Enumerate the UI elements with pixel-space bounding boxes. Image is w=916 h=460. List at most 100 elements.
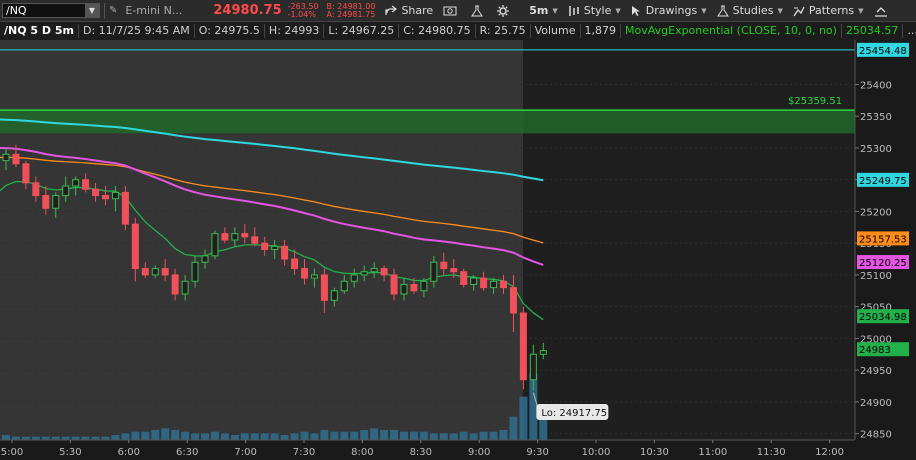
candle-body <box>420 280 428 292</box>
candle-body <box>281 245 289 260</box>
candle-body <box>151 268 159 276</box>
chevron-down-icon: ▼ <box>858 6 864 15</box>
price-badge-label: 25454.48 <box>859 46 907 57</box>
price-tick-label: 24950 <box>860 366 892 377</box>
bar-date: D: 11/7/25 9:45 AM <box>79 24 195 38</box>
candle-body <box>131 223 139 270</box>
candle-body <box>440 261 448 270</box>
time-tick-label: 6:00 <box>118 447 140 458</box>
share-label: Share <box>401 4 434 17</box>
candle-body <box>509 287 517 314</box>
patterns-button[interactable]: Patterns ▼ <box>793 4 864 17</box>
time-tick-label: 12:00 <box>815 447 844 458</box>
more-studies[interactable]: ... <box>903 24 916 38</box>
chart-title: /NQ 5 D 5m <box>0 24 79 38</box>
candle-body <box>201 255 209 263</box>
gear-icon <box>497 4 510 17</box>
studies-label: Studies <box>732 4 774 17</box>
flask-icon <box>716 5 729 16</box>
volume-bar <box>380 430 389 440</box>
candle-body <box>102 195 109 200</box>
volume-value: 1,879 <box>581 24 622 38</box>
time-tick-label: 11:30 <box>757 447 786 458</box>
candle-body <box>529 353 537 381</box>
time-tick-label: 5:00 <box>1 447 23 458</box>
time-tick-label: 7:30 <box>293 447 315 458</box>
candle-body <box>161 268 169 276</box>
zone-price-label: $25359.51 <box>788 96 842 107</box>
time-tick-label: 9:00 <box>468 447 490 458</box>
volume-bar <box>320 430 329 440</box>
volume-bar <box>220 433 229 440</box>
style-button[interactable]: Style ▼ <box>568 4 621 17</box>
price-chart[interactable]: Lo: 24917.75$25359.512540025350253002525… <box>0 40 916 460</box>
share-button[interactable]: Share <box>385 4 433 17</box>
volume-bar <box>370 428 379 440</box>
style-label: Style <box>583 4 612 17</box>
chevron-down-icon: ▼ <box>552 6 558 15</box>
time-tick-label: 6:30 <box>176 447 198 458</box>
volume-bar <box>449 433 458 440</box>
percent-change: -1.04% <box>287 9 316 19</box>
bar-range: R: 25.75 <box>476 24 531 38</box>
edit-icon[interactable]: ✎ <box>109 5 117 16</box>
bar-open: O: 24975.5 <box>195 24 265 38</box>
study-value: 25034.57 <box>842 24 904 38</box>
volume-bar <box>360 430 369 440</box>
candle-body <box>460 271 468 285</box>
candle-body <box>211 233 219 257</box>
volume-bar <box>330 431 339 440</box>
volume-bar <box>240 433 249 440</box>
style-icon <box>568 5 579 16</box>
pre-market-shading <box>0 40 523 440</box>
volume-bar <box>499 430 508 440</box>
studies-button[interactable]: Studies ▼ <box>716 4 783 17</box>
price-tick-label: 25350 <box>860 112 892 123</box>
candle-body <box>231 233 239 241</box>
candle-body <box>141 268 149 276</box>
volume-bar <box>409 431 418 440</box>
volume-bar <box>260 433 269 440</box>
candle-body <box>291 258 299 270</box>
price-badge-label: 25120.25 <box>859 258 907 269</box>
candle-body <box>12 153 20 165</box>
price-tick-label: 25400 <box>860 80 892 91</box>
candle-body <box>490 280 498 289</box>
change-block: -263.50 -1.04% <box>287 2 319 19</box>
volume-bar <box>121 433 130 440</box>
chevron-down-icon[interactable]: ▼ <box>85 4 99 17</box>
price-tick-label: 25100 <box>860 271 892 282</box>
flask-button[interactable] <box>471 5 487 17</box>
price-tick-label: 25300 <box>860 144 892 155</box>
time-tick-label: 5:30 <box>59 447 81 458</box>
candle-body <box>310 274 318 279</box>
interval-button[interactable]: 5m ▼ <box>529 4 558 17</box>
bar-close: C: 24980.75 <box>399 24 476 38</box>
drawings-button[interactable]: Drawings ▼ <box>631 4 707 17</box>
time-tick-label: 8:30 <box>410 447 432 458</box>
candle-body <box>111 191 119 200</box>
price-badge-label: 24983 <box>859 345 891 356</box>
patterns-icon <box>793 6 805 16</box>
candle-body <box>340 280 348 292</box>
volume-bar <box>340 431 349 440</box>
volume-bar <box>429 433 438 440</box>
candle-body <box>380 268 388 276</box>
top-toolbar: /NQ ▼ ✎ E-mini N... 24980.75 -263.50 -1.… <box>0 0 916 22</box>
candle-body <box>500 280 507 289</box>
candle-body <box>251 236 259 244</box>
snapshot-button[interactable] <box>443 5 461 16</box>
study-label[interactable]: MovAvgExponential (CLOSE, 10, 0, no) <box>621 24 842 38</box>
volume-bar <box>191 433 200 440</box>
settings-button[interactable] <box>497 4 513 17</box>
collapse-button[interactable] <box>874 5 892 17</box>
volume-bar <box>400 431 408 440</box>
symbol-selector[interactable]: /NQ ▼ <box>2 3 100 18</box>
volume-bar <box>131 431 140 440</box>
volume-bar <box>509 416 518 440</box>
volume-bar <box>439 433 448 440</box>
bar-low: L: 24967.25 <box>324 24 400 38</box>
candle-body <box>181 280 189 295</box>
candle-body <box>330 290 338 301</box>
candle-body <box>271 245 279 251</box>
